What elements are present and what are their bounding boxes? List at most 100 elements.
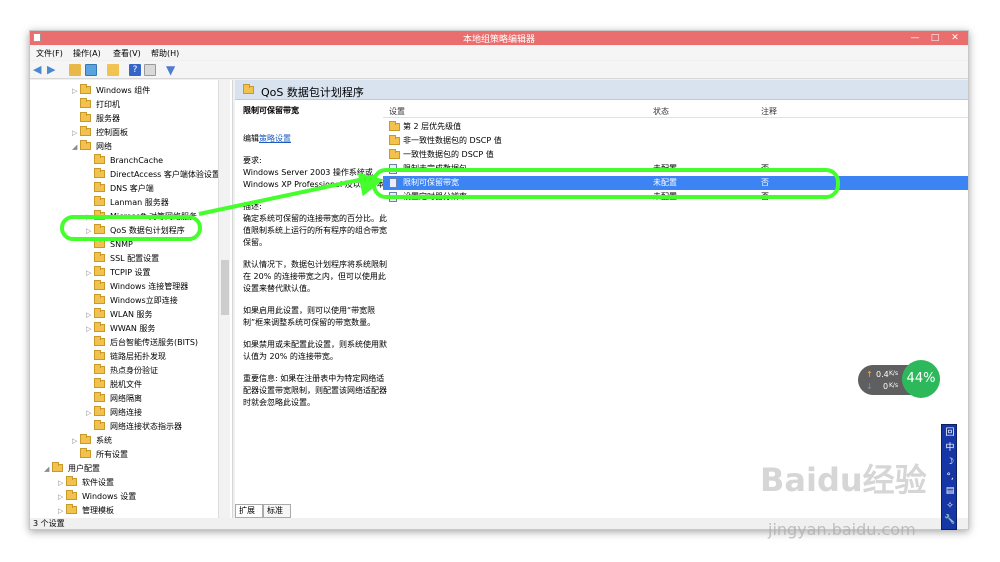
ime-icon[interactable]: ▤ — [942, 485, 958, 498]
tree-item[interactable]: Windows 连接管理器 — [86, 280, 188, 294]
tree-expander[interactable]: ▷ — [58, 476, 66, 490]
tree-item[interactable]: ◢ 网络 — [72, 140, 112, 154]
download-speed: 0 — [883, 382, 889, 391]
ime-icon[interactable]: 🔧 — [942, 514, 958, 527]
tree-item-label: 服务器 — [96, 114, 120, 123]
forward-arrow-icon[interactable]: ▶ — [47, 64, 59, 76]
list-item[interactable]: 一致性数据包的 DSCP 值 — [383, 148, 968, 162]
tree-item-label: 后台智能传送服务(BITS) — [110, 338, 199, 347]
minimize-button[interactable]: — — [906, 31, 924, 45]
tree-item-label: WLAN 服务 — [110, 310, 153, 319]
tree-item-label: TCPIP 设置 — [110, 268, 151, 277]
tree-item-label: 热点身份验证 — [110, 366, 158, 375]
ime-icon[interactable]: ☽ — [942, 456, 958, 469]
tree-item[interactable]: ▷ Windows 设置 — [58, 490, 136, 504]
tree-expander[interactable]: ▷ — [72, 434, 80, 448]
folder-icon — [94, 392, 105, 402]
tree-expander[interactable]: ◢ — [44, 462, 52, 476]
tree-expander[interactable]: ▷ — [72, 84, 80, 98]
ime-icon[interactable]: 中 — [942, 442, 958, 455]
window-title: 本地组策略编辑器 — [462, 35, 535, 45]
tree-item[interactable]: ▷ 控制面板 — [72, 126, 128, 140]
baidu-watermark-url: jingyan.baidu.com — [768, 520, 916, 539]
tree-item[interactable]: 脱机文件 — [86, 378, 142, 392]
tree-item-label: 控制面板 — [96, 128, 128, 137]
folder-icon — [389, 121, 400, 131]
folder-icon — [243, 84, 254, 94]
tree-item[interactable]: 网络连接状态指示器 — [86, 420, 182, 434]
tree-item[interactable]: ▷ 管理模板 — [58, 504, 114, 518]
tree-item[interactable]: ▷ WLAN 服务 — [86, 308, 153, 322]
tree-item[interactable]: 打印机 — [72, 98, 120, 112]
tree-expander[interactable]: ▷ — [86, 406, 94, 420]
ime-icon[interactable]: 回 — [942, 427, 958, 440]
export-list-icon[interactable] — [107, 64, 119, 76]
list-header: 设置 状态 注释 — [383, 101, 968, 118]
folder-icon — [94, 196, 105, 206]
tree-expander[interactable]: ▷ — [86, 266, 94, 280]
tree-item[interactable]: ▷ WWAN 服务 — [86, 322, 155, 336]
back-arrow-icon[interactable]: ◀ — [33, 64, 45, 76]
tree-item[interactable]: DirectAccess 客户端体验设置 — [86, 168, 220, 182]
menu-action[interactable]: 操作(A) — [73, 48, 101, 59]
description-paragraph: 确定系统可保留的连接带宽的百分比。此值限制系统上运行的所有程序的组合带宽保留。 — [243, 214, 387, 247]
tree-expander[interactable]: ▷ — [72, 126, 80, 140]
column-comment[interactable]: 注释 — [761, 106, 777, 117]
tree-item[interactable]: ▷ Windows 组件 — [72, 84, 150, 98]
tree-item[interactable]: 网络隔离 — [86, 392, 142, 406]
column-state[interactable]: 状态 — [653, 106, 669, 117]
policy-setting-link[interactable]: 策略设置 — [259, 134, 291, 143]
tab-standard[interactable]: 标准 — [263, 504, 291, 518]
list-item[interactable]: 非一致性数据包的 DSCP 值 — [383, 134, 968, 148]
folder-icon — [94, 238, 105, 248]
details-pane: QoS 数据包计划程序 限制可保留带宽 编辑策略设置 要求: Windows S… — [235, 80, 968, 520]
tree-item[interactable]: ◢ 用户配置 — [44, 462, 100, 476]
maximize-button[interactable]: □ — [926, 31, 944, 45]
folder-icon — [80, 448, 91, 458]
tab-extended[interactable]: 扩展 — [235, 504, 263, 518]
tree-scrollbar[interactable] — [218, 80, 230, 519]
folder-icon — [389, 149, 400, 159]
tree-expander[interactable]: ◢ — [72, 140, 80, 154]
folder-icon — [94, 322, 105, 332]
tree-item-label: Windows立即连接 — [110, 296, 178, 305]
list-item[interactable]: 第 2 层优先级值 — [383, 120, 968, 134]
show-hide-tree-icon[interactable] — [85, 64, 97, 76]
tree-item[interactable]: 热点身份验证 — [86, 364, 158, 378]
tree-item[interactable]: ▷ 系统 — [72, 434, 112, 448]
tree-item[interactable]: ▷ TCPIP 设置 — [86, 266, 151, 280]
tree-item[interactable]: 后台智能传送服务(BITS) — [86, 336, 198, 350]
upload-arrow-icon: ↑ — [866, 370, 873, 379]
tree-item[interactable]: SSL 配置设置 — [86, 252, 159, 266]
network-speed-widget[interactable]: ↑ 0.4 K/s ↓ 0 K/s 44% — [858, 359, 940, 401]
column-setting[interactable]: 设置 — [389, 106, 405, 117]
tree-item[interactable]: 所有设置 — [72, 448, 128, 462]
help-icon[interactable]: ? — [129, 64, 141, 76]
tree-item[interactable]: ▷ 软件设置 — [58, 476, 114, 490]
close-button[interactable]: ✕ — [946, 31, 964, 45]
tree-item[interactable]: Lanman 服务器 — [86, 196, 169, 210]
menu-file[interactable]: 文件(F) — [36, 48, 63, 59]
properties-icon[interactable] — [144, 64, 156, 76]
ime-icon[interactable]: ✧ — [942, 500, 958, 513]
menu-help[interactable]: 帮助(H) — [151, 48, 179, 59]
ime-icon[interactable]: °, — [942, 471, 958, 484]
tree-item[interactable]: 链路层拓扑发现 — [86, 350, 166, 364]
tree-item[interactable]: DNS 客户端 — [86, 182, 154, 196]
tree-expander[interactable]: ▷ — [58, 504, 66, 518]
folder-icon — [94, 420, 105, 430]
tree-item[interactable]: Windows立即连接 — [86, 294, 178, 308]
tree-item[interactable]: ▷ 网络连接 — [86, 406, 142, 420]
tree-item[interactable]: 服务器 — [72, 112, 120, 126]
folder-icon — [80, 84, 91, 94]
folder-icon — [52, 462, 63, 472]
tree-item[interactable]: BranchCache — [86, 154, 163, 168]
filter-icon[interactable]: ▼ — [166, 64, 178, 76]
menu-view[interactable]: 查看(V) — [113, 48, 141, 59]
up-folder-icon[interactable] — [69, 64, 81, 76]
tree-expander[interactable]: ▷ — [58, 490, 66, 504]
title-bar[interactable]: 本地组策略编辑器 — □ ✕ — [30, 31, 968, 45]
tree-expander[interactable]: ▷ — [86, 322, 94, 336]
tree-expander[interactable]: ▷ — [86, 308, 94, 322]
setting-heading: 限制可保留带宽 — [243, 106, 299, 115]
